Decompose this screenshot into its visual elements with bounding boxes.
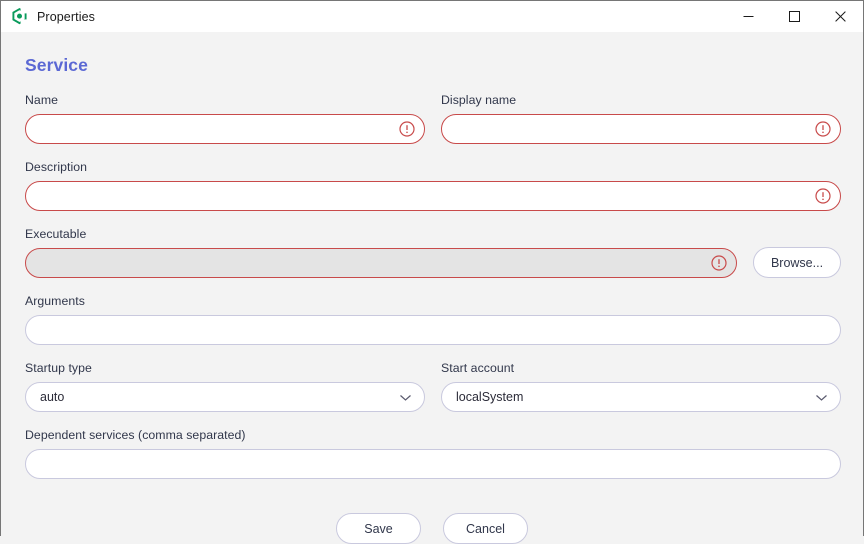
field-name: Name (25, 93, 425, 144)
description-input[interactable] (26, 183, 815, 209)
form-content: Service Name Display name Description Ex… (1, 32, 863, 544)
startup-type-select[interactable]: auto (25, 382, 425, 412)
window-controls (725, 1, 863, 32)
description-input-wrapper[interactable] (25, 181, 841, 211)
error-exclamation-icon (815, 121, 831, 137)
window-title: Properties (37, 9, 95, 24)
field-display-name: Display name (441, 93, 841, 144)
page-title: Service (25, 55, 88, 75)
browse-button-wrapper: Browse... (753, 227, 841, 278)
executable-input-wrapper[interactable] (25, 248, 737, 278)
field-description: Description (25, 160, 841, 211)
chevron-down-icon (815, 391, 828, 404)
maximize-button[interactable] (771, 1, 817, 32)
name-input-wrapper[interactable] (25, 114, 425, 144)
dependent-services-label: Dependent services (comma separated) (25, 428, 246, 442)
title-bar: Properties (1, 1, 863, 32)
cancel-button[interactable]: Cancel (443, 513, 528, 544)
startup-type-value: auto (40, 390, 65, 404)
form-actions: Save Cancel (25, 513, 839, 544)
service-gear-icon (11, 8, 28, 25)
chevron-down-icon (399, 391, 412, 404)
field-startup-type: Startup type auto (25, 361, 425, 412)
row-name-displayname: Name Display name (25, 93, 841, 144)
start-account-select[interactable]: localSystem (441, 382, 841, 412)
display-name-input[interactable] (442, 116, 815, 142)
row-executable: Executable Browse... (25, 227, 841, 278)
field-executable: Executable (25, 227, 737, 278)
row-startup-account: Startup type auto Start account localSys… (25, 361, 841, 412)
row-dependent-services: Dependent services (comma separated) (25, 428, 841, 479)
error-exclamation-icon (815, 188, 831, 204)
description-label: Description (25, 160, 88, 174)
row-arguments: Arguments (25, 294, 841, 345)
maximize-icon (788, 11, 800, 22)
close-button[interactable] (817, 1, 863, 32)
arguments-input[interactable] (26, 317, 840, 343)
close-icon (834, 11, 846, 22)
dependent-services-input[interactable] (26, 451, 840, 477)
start-account-value: localSystem (456, 390, 524, 404)
executable-input[interactable] (26, 250, 711, 276)
properties-window: Properties Service Name Display name Des… (0, 0, 864, 544)
row-description: Description (25, 160, 841, 211)
error-exclamation-icon (711, 255, 727, 271)
minimize-icon (743, 11, 754, 22)
startup-type-label: Startup type (25, 361, 92, 375)
browse-button[interactable]: Browse... (753, 247, 841, 278)
name-label: Name (25, 93, 59, 107)
display-name-label: Display name (441, 93, 517, 107)
error-exclamation-icon (399, 121, 415, 137)
dependent-services-input-wrapper[interactable] (25, 449, 841, 479)
title-bar-left: Properties (1, 8, 95, 25)
field-start-account: Start account localSystem (441, 361, 841, 412)
field-arguments: Arguments (25, 294, 841, 345)
name-input[interactable] (26, 116, 399, 142)
field-dependent-services: Dependent services (comma separated) (25, 428, 841, 479)
arguments-input-wrapper[interactable] (25, 315, 841, 345)
start-account-label: Start account (441, 361, 515, 375)
arguments-label: Arguments (25, 294, 85, 308)
display-name-input-wrapper[interactable] (441, 114, 841, 144)
executable-label: Executable (25, 227, 87, 241)
save-button[interactable]: Save (336, 513, 421, 544)
minimize-button[interactable] (725, 1, 771, 32)
